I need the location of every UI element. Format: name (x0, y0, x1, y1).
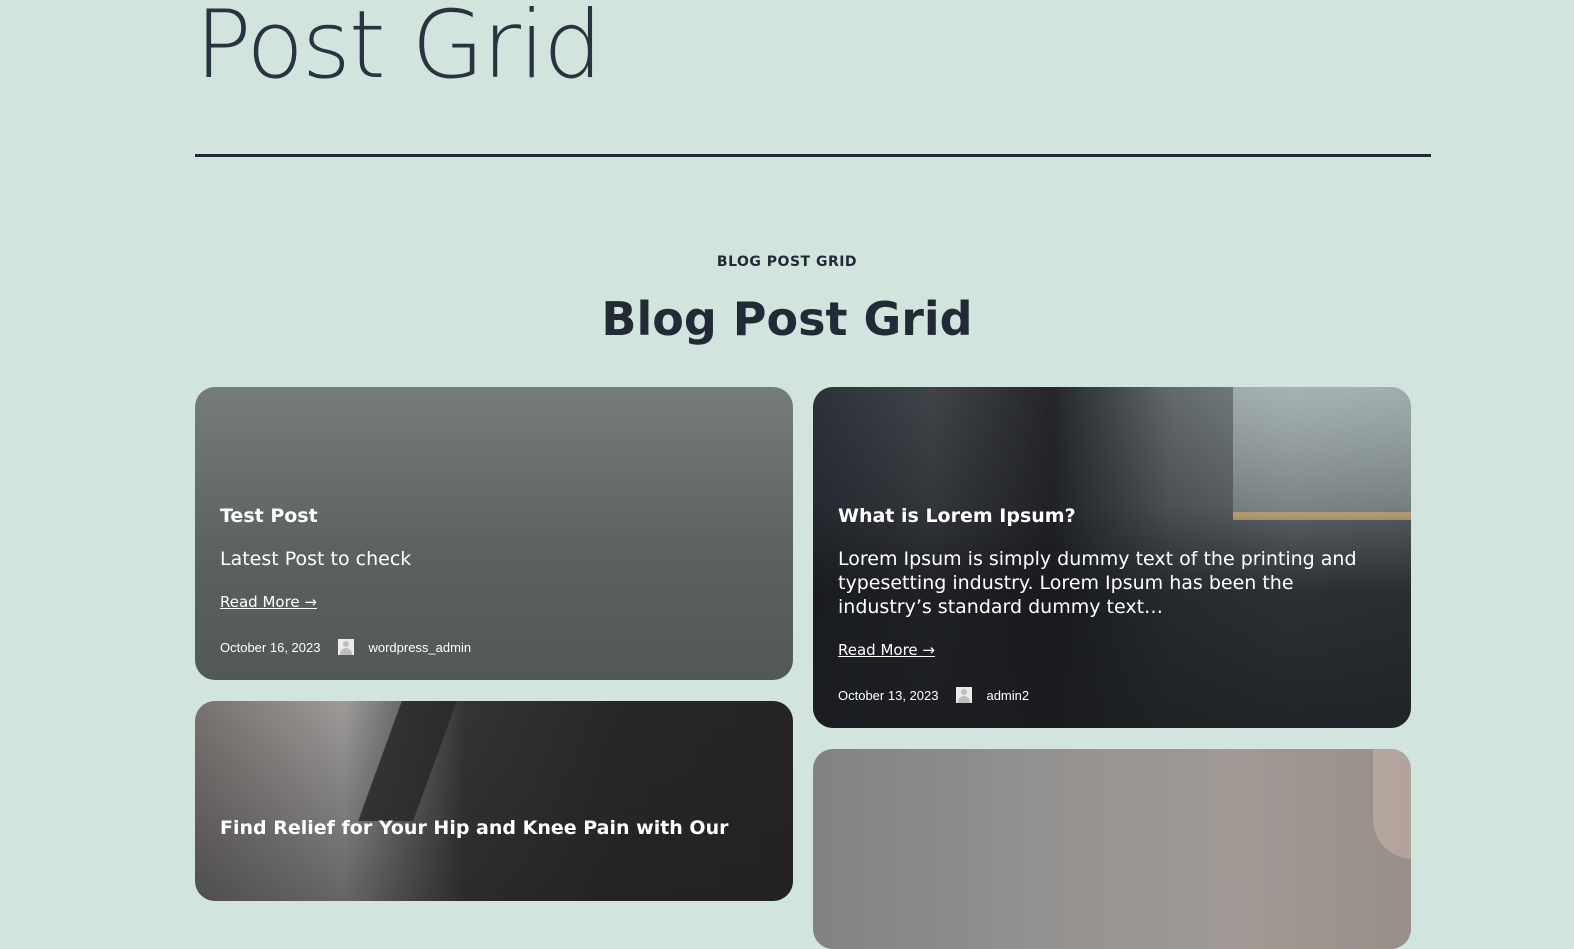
background-arm-image (1373, 749, 1411, 859)
post-excerpt: Latest Post to check (220, 548, 412, 570)
post-card-content: Test Post Latest Post to check Read More… (220, 505, 768, 655)
post-card-background (813, 749, 1411, 949)
background-brace-image (358, 701, 457, 821)
author-avatar-icon (338, 639, 355, 655)
post-meta: October 16, 2023 wordpress_admin (220, 639, 768, 655)
post-date: October 16, 2023 (220, 639, 321, 655)
page-title: Post Grid (195, 0, 603, 100)
post-card-fourth[interactable] (813, 749, 1411, 949)
read-more-link[interactable]: Read More → (220, 593, 317, 611)
post-author[interactable]: admin2 (986, 688, 1029, 703)
title-divider (195, 154, 1431, 157)
section-eyebrow: BLOG POST GRID (716, 254, 858, 270)
post-card-content: Find Relief for Your Hip and Knee Pain w… (220, 817, 768, 859)
author-avatar-icon (956, 687, 973, 703)
post-card-background (195, 701, 793, 901)
read-more-link[interactable]: Read More → (838, 641, 935, 659)
post-title[interactable]: Test Post (220, 505, 768, 527)
post-card-hip-knee[interactable]: Find Relief for Your Hip and Knee Pain w… (195, 701, 793, 901)
post-meta: October 13, 2023 admin2 (838, 687, 1386, 703)
background-window-image (1233, 387, 1411, 517)
post-date: October 13, 2023 (838, 687, 939, 703)
post-card-test-post[interactable]: Test Post Latest Post to check Read More… (195, 387, 793, 680)
section-heading: Blog Post Grid (601, 292, 973, 346)
post-title[interactable]: What is Lorem Ipsum? (838, 505, 1386, 527)
post-author[interactable]: wordpress_admin (368, 640, 471, 655)
post-title[interactable]: Find Relief for Your Hip and Knee Pain w… (220, 817, 768, 839)
post-card-content: What is Lorem Ipsum? Lorem Ipsum is simp… (838, 505, 1386, 703)
post-card-lorem-ipsum[interactable]: What is Lorem Ipsum? Lorem Ipsum is simp… (813, 387, 1411, 728)
post-excerpt: Lorem Ipsum is simply dummy text of the … (838, 548, 1357, 618)
